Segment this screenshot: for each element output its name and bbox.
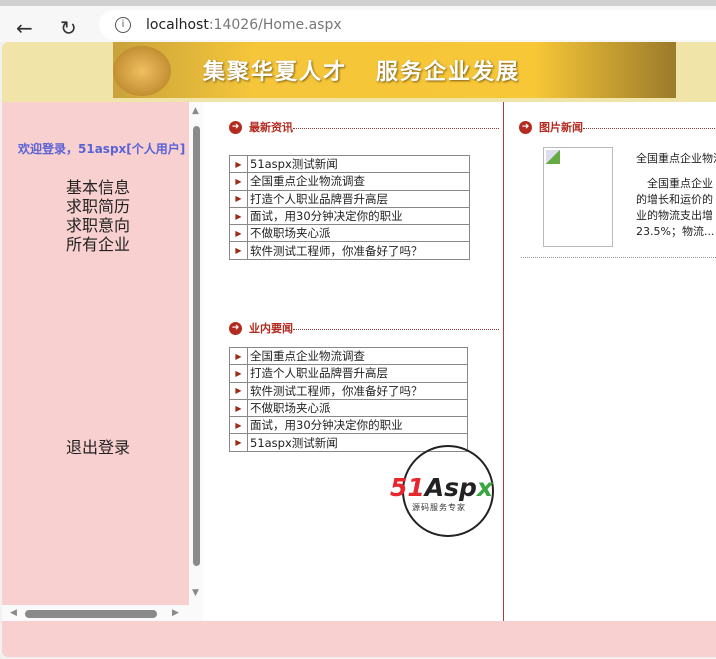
sidebar: 欢迎登录，51aspx[个人用户] 基本信息 求职简历 求职意向 所有企业 退出… bbox=[2, 102, 189, 605]
bullet-icon: ▶ bbox=[229, 241, 248, 260]
bullet-icon: ▶ bbox=[229, 381, 248, 400]
bullet-icon: ▶ bbox=[229, 364, 248, 383]
vertical-scrollbar[interactable]: ▲ ▼ bbox=[189, 102, 203, 605]
bullet-icon: ▶ bbox=[229, 346, 248, 366]
bullet-icon: ▶ bbox=[229, 416, 248, 435]
browser-toolbar: ← ↻ i localhost:14026/Home.aspx bbox=[0, 6, 716, 42]
news-row[interactable]: ▶ 面试，用30分钟决定你的职业 bbox=[229, 416, 468, 435]
sidebar-item-basic-info[interactable]: 基本信息 bbox=[66, 178, 130, 197]
horizontal-scroll-thumb[interactable] bbox=[25, 610, 157, 618]
news-link[interactable]: 面试，用30分钟决定你的职业 bbox=[247, 416, 468, 435]
picture-news-header: ➜ 图片新闻 bbox=[519, 119, 716, 135]
news-link[interactable]: 打造个人职业品牌晋升高层 bbox=[247, 189, 470, 208]
industry-news-header: ➜ 业内要闻 bbox=[229, 320, 499, 336]
footer bbox=[2, 621, 716, 657]
scroll-up-icon[interactable]: ▲ bbox=[192, 106, 199, 116]
picture-news-title: 图片新闻 bbox=[539, 121, 583, 134]
news-row[interactable]: ▶ 打造个人职业品牌晋升高层 bbox=[229, 364, 468, 383]
scroll-left-icon[interactable]: ◀ bbox=[10, 608, 17, 618]
news-link[interactable]: 面试，用30分钟决定你的职业 bbox=[247, 206, 470, 226]
bullet-icon: ▶ bbox=[229, 154, 248, 174]
news-link[interactable]: 全国重点企业物流调查 bbox=[247, 346, 468, 366]
banner-slogan: 集聚华夏人才 服务企业发展 bbox=[203, 60, 520, 85]
scroll-right-icon[interactable]: ▶ bbox=[172, 608, 179, 618]
body-line: 23.5%；物流... bbox=[636, 225, 715, 238]
picture-news-body: 全国重点企业 的增长和运价的 业的物流支出增 23.5%；物流... bbox=[636, 176, 716, 240]
news-link[interactable]: 软件测试工程师，你准备好了吗？ bbox=[247, 381, 468, 400]
watermark-brand: 51 bbox=[390, 473, 425, 502]
arrow-circle-icon: ➜ bbox=[519, 120, 532, 134]
bullet-icon: ▶ bbox=[229, 224, 248, 243]
address-bar[interactable]: i localhost:14026/Home.aspx bbox=[99, 10, 716, 40]
sidebar-item-resume[interactable]: 求职简历 bbox=[66, 197, 130, 216]
news-row[interactable]: ▶ 51aspx测试新闻 bbox=[229, 154, 470, 174]
dotted-rule bbox=[583, 127, 716, 129]
news-row[interactable]: ▶ 不做职场夹心派 bbox=[229, 224, 470, 243]
news-link[interactable]: 软件测试工程师，你准备好了吗？ bbox=[247, 241, 470, 260]
banner-image: 集聚华夏人才 服务企业发展 bbox=[113, 42, 676, 98]
latest-news-header: ➜ 最新资讯 bbox=[229, 119, 499, 135]
body-line: 全国重点企业 bbox=[636, 177, 713, 190]
column-divider bbox=[503, 102, 504, 621]
watermark-brand: x bbox=[476, 473, 494, 502]
picture-news-headline[interactable]: 全国重点企业物流调查 bbox=[636, 150, 716, 166]
info-icon[interactable]: i bbox=[115, 17, 131, 33]
horizontal-scrollbar[interactable]: ◀ ▶ bbox=[2, 605, 203, 621]
watermark-brand: Asp bbox=[424, 473, 477, 502]
header: 集聚华夏人才 服务企业发展 bbox=[2, 42, 716, 102]
arrow-circle-icon: ➜ bbox=[229, 321, 242, 335]
watermark-tagline: 源码服务专家 bbox=[412, 503, 466, 512]
coin-graphic bbox=[113, 46, 171, 96]
news-row[interactable]: ▶ 不做职场夹心派 bbox=[229, 398, 468, 418]
news-row[interactable]: ▶ 软件测试工程师，你准备好了吗？ bbox=[229, 241, 470, 260]
reload-icon[interactable]: ↻ bbox=[60, 16, 77, 40]
bullet-icon: ▶ bbox=[229, 206, 248, 226]
url-path: :14026/Home.aspx bbox=[208, 17, 342, 33]
bullet-icon: ▶ bbox=[229, 172, 248, 191]
news-link[interactable]: 全国重点企业物流调查 bbox=[247, 172, 470, 191]
latest-news-list: ▶ 51aspx测试新闻 ▶ 全国重点企业物流调查 ▶ 打造个人职业品牌晋升高层 ▶ 面试，用… bbox=[229, 154, 470, 260]
news-link[interactable]: 不做职场夹心派 bbox=[247, 224, 470, 243]
industry-news-title: 业内要闻 bbox=[249, 322, 293, 335]
url-host: localhost bbox=[146, 17, 209, 33]
body-line: 的增长和运价的 bbox=[636, 193, 713, 206]
dotted-rule bbox=[521, 257, 716, 258]
sidebar-item-all-companies[interactable]: 所有企业 bbox=[66, 235, 130, 254]
news-row[interactable]: ▶ 打造个人职业品牌晋升高层 bbox=[229, 189, 470, 208]
url-text: localhost:14026/Home.aspx bbox=[146, 17, 342, 33]
sidebar-item-job-intent[interactable]: 求职意向 bbox=[66, 216, 130, 235]
news-link[interactable]: 51aspx测试新闻 bbox=[247, 154, 470, 174]
bullet-icon: ▶ bbox=[229, 433, 248, 452]
sidebar-menu: 基本信息 求职简历 求职意向 所有企业 bbox=[66, 178, 130, 254]
page: 集聚华夏人才 服务企业发展 欢迎登录，51aspx[个人用户] 基本信息 求职简… bbox=[2, 42, 716, 657]
scroll-down-icon[interactable]: ▼ bbox=[192, 588, 199, 598]
industry-news-list: ▶ 全国重点企业物流调查 ▶ 打造个人职业品牌晋升高层 ▶ 软件测试工程师，你准备好了吗？… bbox=[229, 346, 468, 452]
news-link[interactable]: 打造个人职业品牌晋升高层 bbox=[247, 364, 468, 383]
news-row[interactable]: ▶ 全国重点企业物流调查 bbox=[229, 172, 470, 191]
latest-news-title: 最新资讯 bbox=[249, 121, 293, 134]
news-row[interactable]: ▶ 软件测试工程师，你准备好了吗？ bbox=[229, 381, 468, 400]
news-row[interactable]: ▶ 全国重点企业物流调查 bbox=[229, 346, 468, 366]
arrow-circle-icon: ➜ bbox=[229, 120, 242, 134]
broken-image-icon bbox=[546, 150, 560, 164]
bullet-icon: ▶ bbox=[229, 189, 248, 208]
watermark-logo: 51Aspx 源码服务专家 bbox=[390, 445, 494, 537]
news-row[interactable]: ▶ 面试，用30分钟决定你的职业 bbox=[229, 206, 470, 226]
dotted-rule bbox=[293, 127, 499, 129]
welcome-text: 欢迎登录，51aspx[个人用户] bbox=[18, 142, 186, 156]
logout-link[interactable]: 退出登录 bbox=[66, 434, 130, 458]
body-line: 业的物流支出增 bbox=[636, 209, 713, 222]
back-icon[interactable]: ← bbox=[16, 16, 33, 40]
news-link[interactable]: 不做职场夹心派 bbox=[247, 398, 468, 418]
bullet-icon: ▶ bbox=[229, 398, 248, 418]
news-image[interactable] bbox=[543, 147, 613, 247]
vertical-scroll-thumb[interactable] bbox=[193, 126, 200, 566]
dotted-rule bbox=[293, 328, 499, 330]
